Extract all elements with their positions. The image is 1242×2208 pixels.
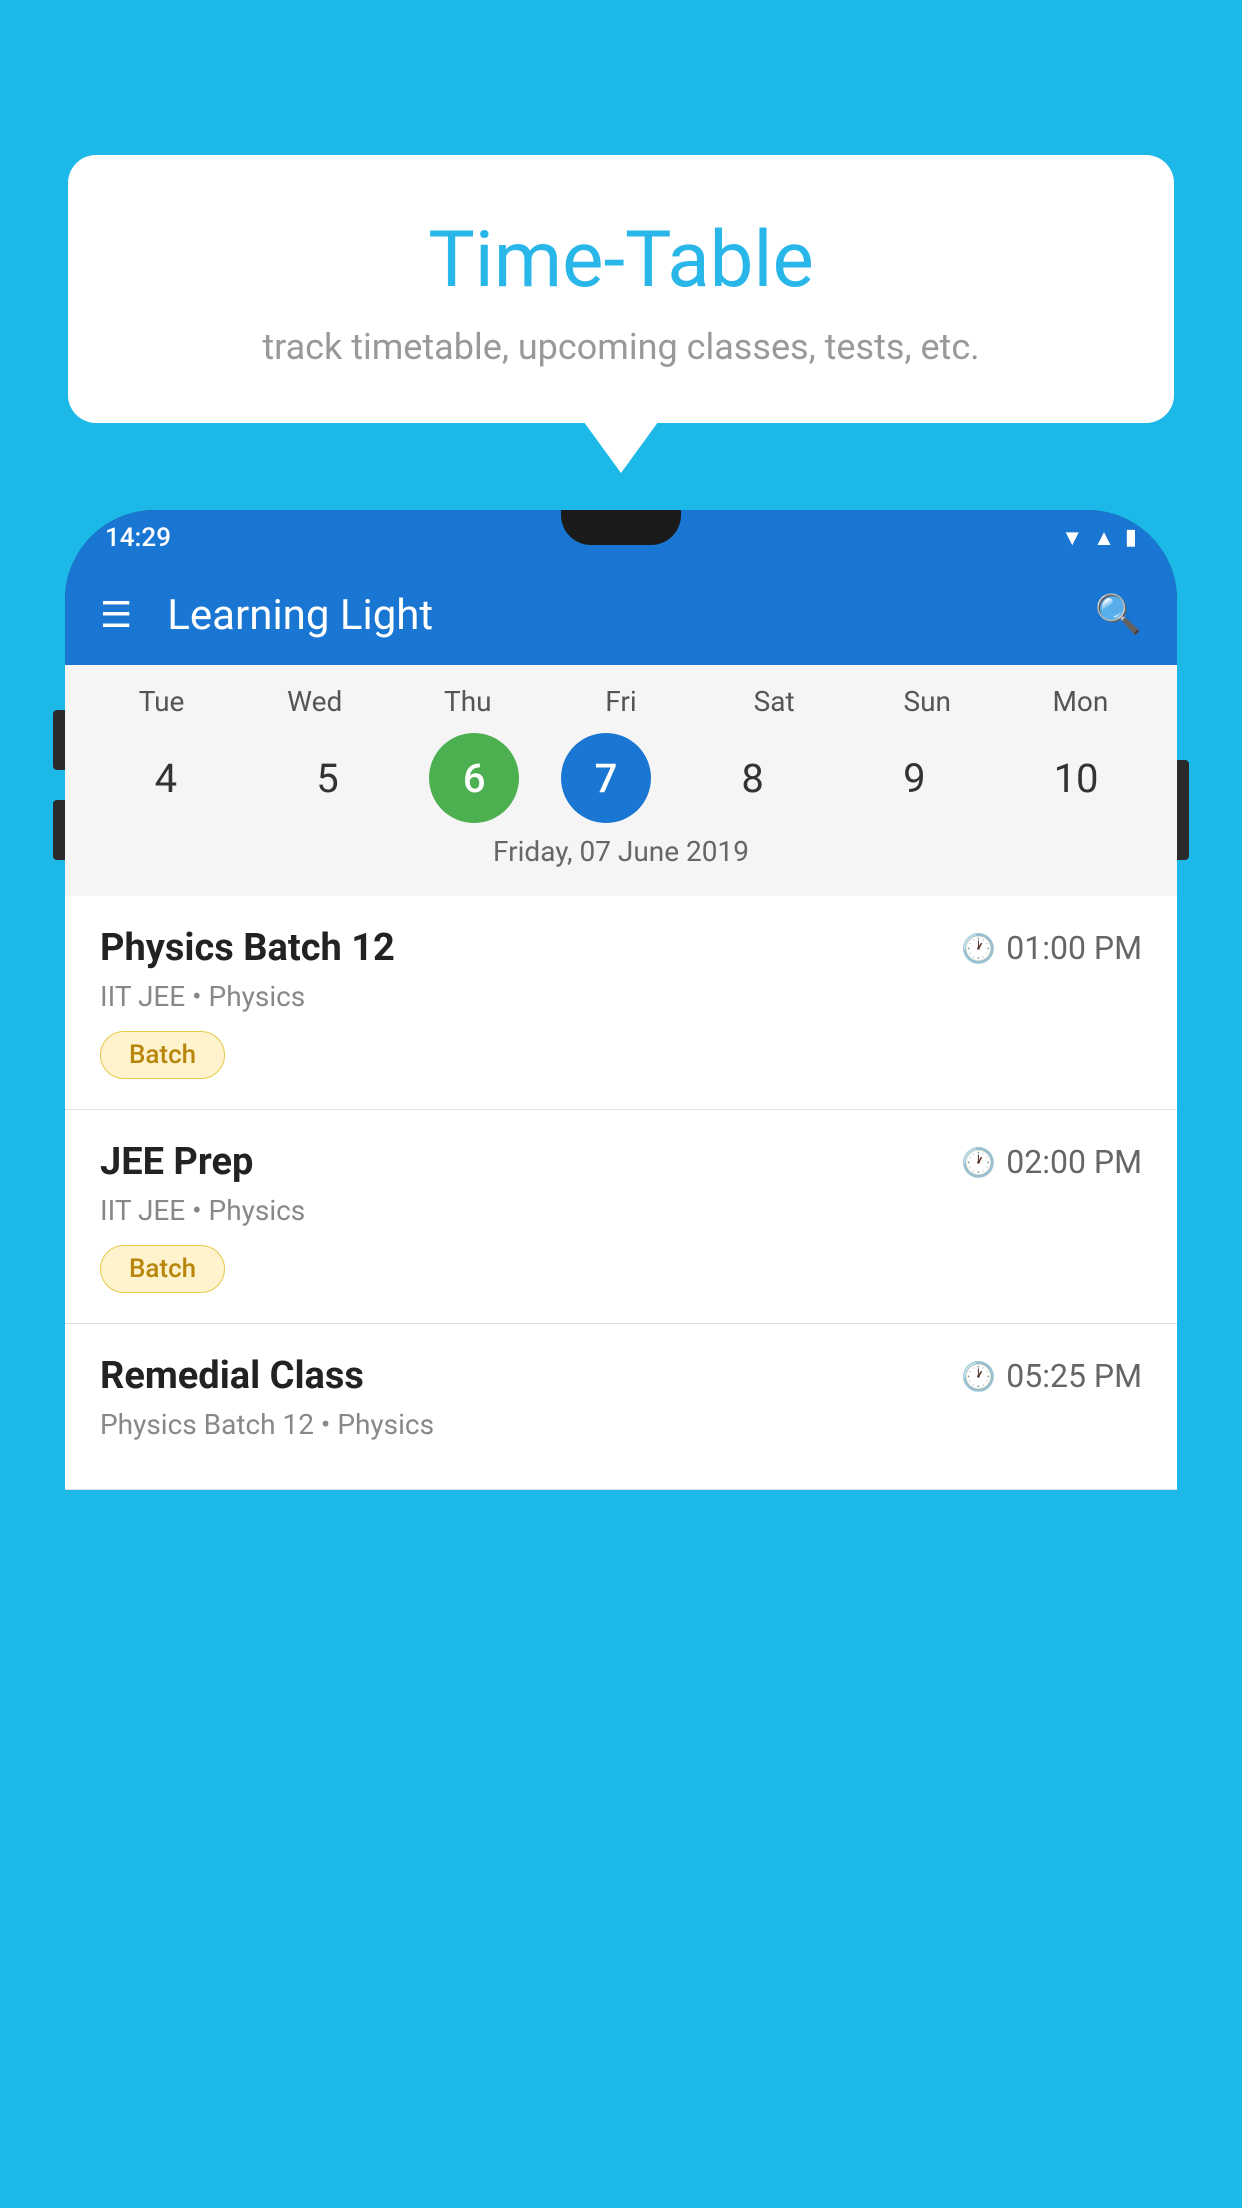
day-9[interactable]: 9 [854, 733, 974, 823]
clock-icon: 🕐 [961, 1146, 996, 1179]
day-header-thu: Thu [408, 685, 528, 718]
signal-icon: ▲ [1093, 525, 1115, 551]
phone-volume-up [53, 710, 65, 770]
day-10[interactable]: 10 [1016, 733, 1136, 823]
class-name: Physics Batch 12 [100, 926, 395, 970]
class-meta: Physics Batch 12 • Physics [100, 1408, 1142, 1441]
day-headers: Tue Wed Thu Fri Sat Sun Mon [65, 685, 1177, 718]
day-header-sun: Sun [867, 685, 987, 718]
class-time: 🕐 02:00 PM [961, 1143, 1142, 1181]
class-time: 🕐 01:00 PM [961, 929, 1142, 967]
class-meta: IIT JEE • Physics [100, 1194, 1142, 1227]
clock-icon: 🕐 [961, 1360, 996, 1393]
class-item[interactable]: JEE Prep 🕐 02:00 PM IIT JEE • Physics Ba… [65, 1110, 1177, 1324]
day-header-tue: Tue [102, 685, 222, 718]
phone-frame: 14:29 ▼ ▲ ▮ ☰ Learning Light 🔍 Tue Wed T… [65, 510, 1177, 1490]
selected-date-label: Friday, 07 June 2019 [65, 823, 1177, 886]
day-5[interactable]: 5 [268, 733, 388, 823]
day-8[interactable]: 8 [693, 733, 813, 823]
feature-subtitle: track timetable, upcoming classes, tests… [118, 326, 1124, 368]
status-bar: 14:29 ▼ ▲ ▮ [65, 510, 1177, 565]
wifi-icon: ▼ [1061, 525, 1083, 551]
status-icons: ▼ ▲ ▮ [1061, 525, 1137, 551]
phone-volume-down [53, 800, 65, 860]
day-4[interactable]: 4 [106, 733, 226, 823]
day-header-sat: Sat [714, 685, 834, 718]
day-header-fri: Fri [561, 685, 681, 718]
calendar-strip: Tue Wed Thu Fri Sat Sun Mon 4 5 6 7 8 9 … [65, 665, 1177, 896]
status-time: 14:29 [105, 523, 171, 553]
app-title: Learning Light [167, 591, 1094, 640]
phone-mockup: 14:29 ▼ ▲ ▮ ☰ Learning Light 🔍 Tue Wed T… [65, 510, 1177, 2208]
clock-icon: 🕐 [961, 932, 996, 965]
search-icon[interactable]: 🔍 [1095, 593, 1142, 637]
batch-badge: Batch [100, 1031, 225, 1079]
feature-title: Time-Table [118, 215, 1124, 306]
day-numbers: 4 5 6 7 8 9 10 [65, 733, 1177, 823]
class-name: JEE Prep [100, 1140, 253, 1184]
phone-notch [561, 510, 681, 545]
content-area: Physics Batch 12 🕐 01:00 PM IIT JEE • Ph… [65, 896, 1177, 1490]
class-meta: IIT JEE • Physics [100, 980, 1142, 1013]
day-header-mon: Mon [1020, 685, 1140, 718]
phone-power-button [1177, 760, 1189, 860]
day-6-today[interactable]: 6 [429, 733, 519, 823]
class-name: Remedial Class [100, 1354, 364, 1398]
day-header-wed: Wed [255, 685, 375, 718]
menu-icon[interactable]: ☰ [100, 594, 132, 636]
batch-badge: Batch [100, 1245, 225, 1293]
class-item[interactable]: Remedial Class 🕐 05:25 PM Physics Batch … [65, 1324, 1177, 1490]
class-time: 🕐 05:25 PM [961, 1357, 1142, 1395]
speech-bubble: Time-Table track timetable, upcoming cla… [68, 155, 1174, 423]
day-7-selected[interactable]: 7 [561, 733, 651, 823]
app-bar: ☰ Learning Light 🔍 [65, 565, 1177, 665]
battery-icon: ▮ [1125, 525, 1137, 550]
class-item[interactable]: Physics Batch 12 🕐 01:00 PM IIT JEE • Ph… [65, 896, 1177, 1110]
